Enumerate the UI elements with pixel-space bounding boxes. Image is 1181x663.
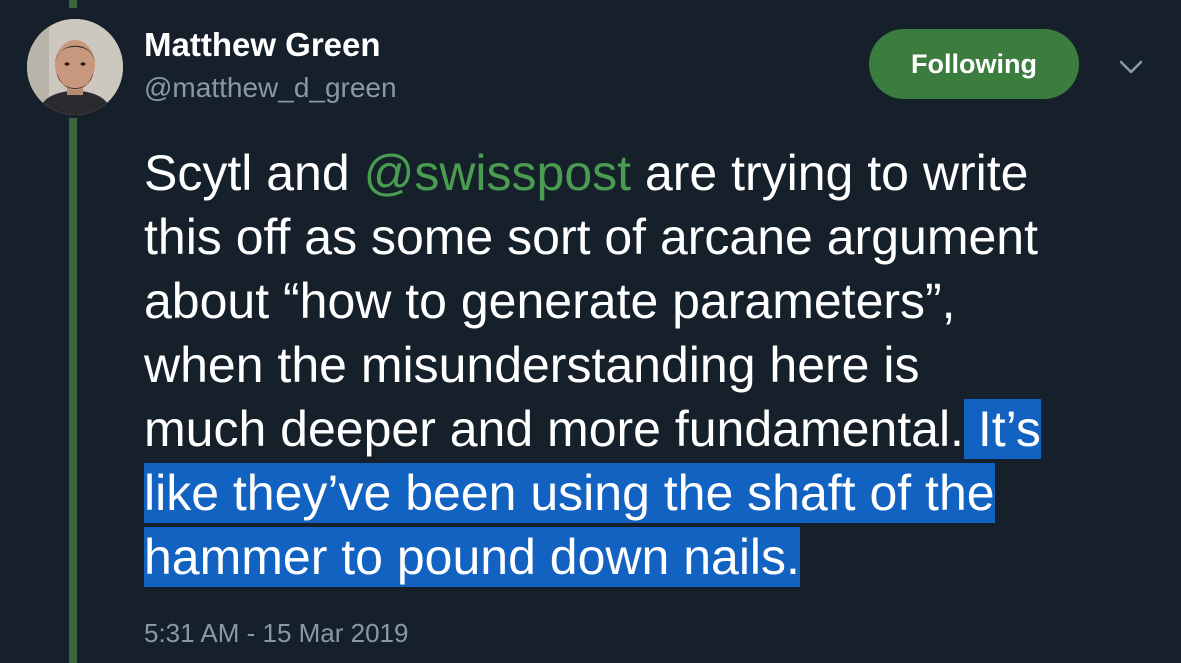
tweet-text-segment: are trying to write xyxy=(631,145,1029,201)
tweet-text: Scytl and @swisspost are trying to write… xyxy=(144,141,1154,589)
author-handle[interactable]: @matthew_d_green xyxy=(144,71,397,105)
tweet-text-segment: about “how to generate parameters”, xyxy=(144,273,956,329)
chevron-down-icon xyxy=(1119,60,1143,74)
user-avatar-photo-icon xyxy=(27,19,123,115)
tweet-line: like they’ve been using the shaft of the xyxy=(144,461,1154,525)
tweet-line: about “how to generate parameters”, xyxy=(144,269,1154,333)
tweet-menu-button[interactable] xyxy=(1115,54,1147,80)
tweet-line: much deeper and more fundamental. It’s xyxy=(144,397,1154,461)
tweet-text-segment: Scytl and xyxy=(144,145,364,201)
tweet-line: hammer to pound down nails. xyxy=(144,525,1154,589)
selected-text: It’s xyxy=(963,399,1041,459)
tweet-line: this off as some sort of arcane argument xyxy=(144,205,1154,269)
thread-line-top xyxy=(69,0,77,8)
avatar[interactable] xyxy=(27,19,123,115)
tweet-text-segment: when the misunderstanding here is xyxy=(144,337,920,393)
author-display-name[interactable]: Matthew Green xyxy=(144,25,381,65)
tweet-text-segment: much deeper and more fundamental. xyxy=(144,401,964,457)
selected-text: like they’ve been using the shaft of the xyxy=(144,463,995,523)
following-button[interactable]: Following xyxy=(869,29,1079,99)
tweet-timestamp[interactable]: 5:31 AM - 15 Mar 2019 xyxy=(144,617,408,649)
tweet-line: Scytl and @swisspost are trying to write xyxy=(144,141,1154,205)
tweet-line: when the misunderstanding here is xyxy=(144,333,1154,397)
tweet-text-segment: this off as some sort of arcane argument xyxy=(144,209,1038,265)
selected-text: hammer to pound down nails. xyxy=(144,527,800,587)
thread-line xyxy=(69,118,77,663)
mention-link[interactable]: @swisspost xyxy=(364,145,631,201)
